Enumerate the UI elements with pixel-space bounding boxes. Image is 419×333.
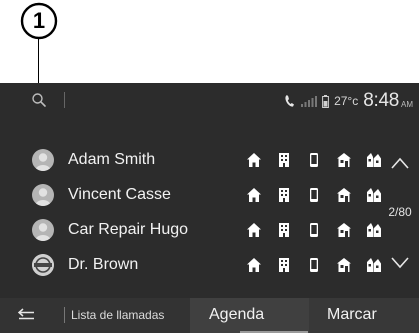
tab-agenda-label: Agenda	[209, 306, 265, 323]
contact-name: Vincent Casse	[68, 185, 171, 203]
fax-icon[interactable]	[336, 257, 352, 273]
contact-number-icons	[246, 257, 396, 273]
tab-divider	[64, 307, 65, 323]
tab-dial[interactable]: Marcar	[309, 298, 419, 333]
page-indicator: 2/80	[388, 205, 412, 219]
mobile-phone-icon[interactable]	[306, 257, 322, 273]
tab-agenda[interactable]: Agenda	[190, 298, 309, 333]
contact-number-icons	[246, 222, 396, 238]
temperature: 27°c	[334, 94, 359, 108]
callout-number: 1	[32, 8, 46, 33]
office-building-icon[interactable]	[276, 187, 292, 203]
person-avatar	[32, 148, 54, 171]
battery-icon	[322, 94, 329, 108]
contact-row[interactable]: Dr. Brown	[0, 246, 381, 283]
person-avatar	[32, 183, 54, 206]
mobile-phone-icon[interactable]	[306, 152, 322, 168]
search-icon[interactable]	[30, 91, 48, 109]
home-icon[interactable]	[246, 187, 262, 203]
contact-number-icons	[246, 187, 396, 203]
status-bar: 27°c 8:48 AM	[0, 83, 419, 119]
contact-name: Car Repair Hugo	[68, 220, 189, 238]
home-icon[interactable]	[246, 152, 262, 168]
phone-icon	[285, 95, 295, 107]
tab-call-list[interactable]: Lista de llamadas	[66, 298, 190, 333]
chevron-up-icon[interactable]	[389, 153, 411, 175]
home-icon[interactable]	[246, 257, 262, 273]
bottom-tab-bar: Lista de llamadas Agenda Marcar	[0, 298, 419, 333]
nissan-logo-avatar	[32, 253, 54, 276]
back-arrow-icon	[17, 308, 34, 320]
tab-dial-label: Marcar	[327, 306, 377, 323]
fax-icon[interactable]	[336, 152, 352, 168]
contact-row[interactable]: Adam Smith	[0, 141, 381, 178]
fax-icon[interactable]	[336, 187, 352, 203]
contact-name: Dr. Brown	[68, 255, 139, 273]
other-icon[interactable]	[366, 222, 382, 238]
signal-icon	[301, 96, 318, 107]
other-icon[interactable]	[366, 257, 382, 273]
contact-row[interactable]: Car Repair Hugo	[0, 211, 381, 248]
office-building-icon[interactable]	[276, 152, 292, 168]
contact-row[interactable]: Vincent Casse	[0, 176, 381, 213]
office-building-icon[interactable]	[276, 257, 292, 273]
scroll-controls: 2/80	[381, 83, 419, 298]
office-building-icon[interactable]	[276, 222, 292, 238]
callout-leader-line	[38, 39, 39, 85]
other-icon[interactable]	[366, 187, 382, 203]
status-divider	[64, 92, 65, 108]
chevron-down-icon[interactable]	[389, 251, 411, 273]
home-icon[interactable]	[246, 222, 262, 238]
contact-name: Adam Smith	[68, 150, 156, 168]
person-avatar	[32, 218, 54, 241]
mobile-phone-icon[interactable]	[306, 222, 322, 238]
other-icon[interactable]	[366, 152, 382, 168]
contact-number-icons	[246, 152, 396, 168]
back-button[interactable]	[0, 298, 52, 333]
fax-icon[interactable]	[336, 222, 352, 238]
tab-call-list-label: Lista de llamadas	[71, 308, 165, 322]
mobile-phone-icon[interactable]	[306, 187, 322, 203]
phonebook-screen: 27°c 8:48 AM Adam Smith Vincent Casse Ca…	[0, 83, 419, 333]
